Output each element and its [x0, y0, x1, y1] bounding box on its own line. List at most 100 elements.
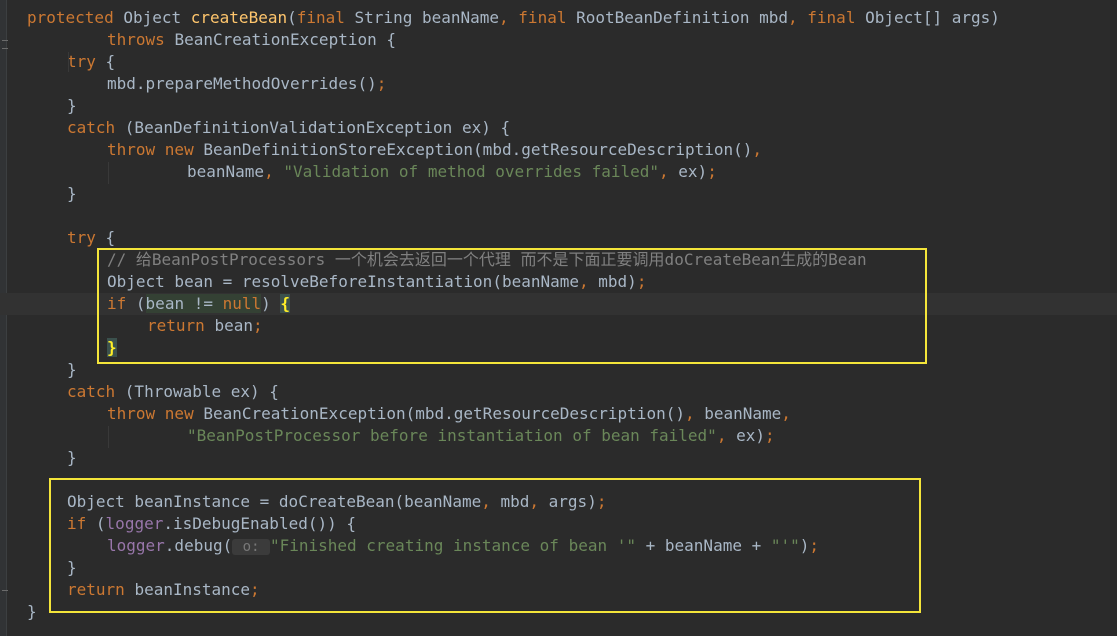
- code-token: ,: [579, 272, 599, 291]
- code-token: ,: [264, 162, 284, 181]
- code-token: bean !=: [145, 294, 223, 313]
- code-line[interactable]: }: [0, 183, 1117, 205]
- code-line[interactable]: return beanInstance;: [0, 579, 1117, 601]
- code-token: ,: [499, 8, 519, 27]
- code-token: Object: [123, 8, 191, 27]
- code-line[interactable]: }: [0, 359, 1117, 381]
- code-token: mbd.prepareMethodOverrides(): [107, 74, 377, 93]
- code-token: ,: [716, 426, 737, 445]
- code-token: mbd): [598, 272, 637, 291]
- code-token: ;: [252, 316, 263, 335]
- code-text: mbd.prepareMethodOverrides();: [107, 73, 386, 95]
- code-token: try: [67, 228, 106, 247]
- code-text: beanName, "Validation of method override…: [187, 161, 717, 183]
- code-token: createBean: [190, 8, 288, 27]
- code-token: null: [222, 294, 262, 313]
- code-token: ,: [659, 162, 679, 181]
- code-line[interactable]: Object bean = resolveBeforeInstantiation…: [0, 271, 1117, 293]
- code-token: if: [67, 514, 96, 533]
- code-token: beanName: [704, 404, 782, 423]
- code-editor[interactable]: protected Object createBean(final String…: [0, 0, 1117, 636]
- code-text: Object beanInstance = doCreateBean(beanN…: [67, 491, 606, 513]
- code-token: new: [164, 140, 204, 159]
- code-token: beanInstance: [134, 580, 251, 599]
- code-line[interactable]: throws BeanCreationException {: [0, 29, 1117, 51]
- code-token: try: [67, 52, 106, 71]
- code-line[interactable]: catch (BeanDefinitionValidationException…: [0, 117, 1117, 139]
- code-line[interactable]: logger.debug( o: "Finished creating inst…: [0, 535, 1117, 557]
- code-line[interactable]: Object beanInstance = doCreateBean(beanN…: [0, 491, 1117, 513]
- code-text: protected Object createBean(final String…: [27, 7, 1000, 29]
- code-text: logger.debug( o: "Finished creating inst…: [107, 535, 819, 558]
- code-line[interactable]: try {: [0, 51, 1117, 73]
- code-token: }: [67, 558, 77, 577]
- code-text: throws BeanCreationException {: [107, 29, 396, 51]
- code-line[interactable]: }: [0, 337, 1117, 359]
- code-token: ex): [678, 162, 708, 181]
- code-token: catch: [67, 382, 125, 401]
- code-line[interactable]: protected Object createBean(final String…: [0, 7, 1117, 29]
- code-text: }: [67, 95, 77, 117]
- code-text: if (logger.isDebugEnabled()) {: [67, 513, 356, 535]
- code-token: ;: [764, 426, 775, 445]
- code-text: try {: [67, 51, 115, 73]
- code-line[interactable]: if (bean != null) {: [0, 293, 1117, 315]
- code-line[interactable]: beanName, "Validation of method override…: [0, 161, 1117, 183]
- code-line[interactable]: }: [0, 95, 1117, 117]
- code-token: args): [548, 492, 597, 511]
- code-token: ;: [707, 162, 717, 181]
- code-token: ,: [752, 140, 763, 159]
- code-text: return beanInstance;: [67, 579, 260, 601]
- code-token: final: [518, 8, 577, 27]
- code-token: (: [135, 294, 146, 313]
- code-text: }: [67, 447, 77, 469]
- code-token: ex): [736, 426, 765, 445]
- code-token: catch: [67, 118, 125, 137]
- fold-marker[interactable]: [2, 48, 8, 49]
- code-line[interactable]: catch (Throwable ex) {: [0, 381, 1117, 403]
- code-token: ,: [788, 8, 808, 27]
- code-token: String beanName: [354, 8, 500, 27]
- code-text: catch (Throwable ex) {: [67, 381, 279, 403]
- code-line[interactable]: if (logger.isDebugEnabled()) {: [0, 513, 1117, 535]
- code-token: ;: [809, 536, 820, 555]
- code-token: {: [280, 294, 291, 313]
- code-line[interactable]: throw new BeanCreationException(mbd.getR…: [0, 403, 1117, 425]
- code-token: throws: [107, 30, 175, 49]
- code-token: ;: [250, 580, 260, 599]
- code-line[interactable]: return bean;: [0, 315, 1117, 337]
- code-token: (Throwable ex) {: [124, 382, 279, 401]
- code-token: new: [164, 404, 204, 423]
- code-line[interactable]: [0, 205, 1117, 227]
- indent-guide: [108, 162, 109, 184]
- code-token: BeanCreationException {: [174, 30, 396, 49]
- code-line[interactable]: [0, 469, 1117, 491]
- code-token: (BeanDefinitionValidationException ex) {: [124, 118, 511, 137]
- code-token: ,: [529, 492, 549, 511]
- code-line[interactable]: }: [0, 601, 1117, 623]
- code-token: beanName: [187, 162, 265, 181]
- code-token: ;: [636, 272, 647, 291]
- fold-marker[interactable]: [2, 40, 8, 41]
- code-token: throw: [107, 404, 165, 423]
- code-token: throw: [107, 140, 165, 159]
- code-token: Object bean = resolveBeforeInstantiation…: [107, 272, 580, 291]
- code-line[interactable]: try {: [0, 227, 1117, 249]
- code-token: // 给BeanPostProcessors 一个机会去返回一个代理 而不是下面…: [107, 250, 867, 269]
- code-text: catch (BeanDefinitionValidationException…: [67, 117, 510, 139]
- code-line[interactable]: mbd.prepareMethodOverrides();: [0, 73, 1117, 95]
- code-token: ,: [684, 404, 705, 423]
- code-line[interactable]: // 给BeanPostProcessors 一个机会去返回一个代理 而不是下面…: [0, 249, 1117, 271]
- code-line[interactable]: "BeanPostProcessor before instantiation …: [0, 425, 1117, 447]
- code-token: final: [296, 8, 355, 27]
- code-token: {: [105, 228, 116, 247]
- code-token: final: [807, 8, 866, 27]
- code-text: return bean;: [147, 315, 263, 337]
- code-line[interactable]: }: [0, 557, 1117, 579]
- code-line[interactable]: throw new BeanDefinitionStoreException(m…: [0, 139, 1117, 161]
- code-token: .isDebugEnabled()) {: [163, 514, 356, 533]
- code-line[interactable]: }: [0, 447, 1117, 469]
- code-token: "BeanPostProcessor before instantiation …: [187, 426, 717, 445]
- fold-marker[interactable]: [2, 590, 8, 591]
- code-text: }: [67, 557, 77, 579]
